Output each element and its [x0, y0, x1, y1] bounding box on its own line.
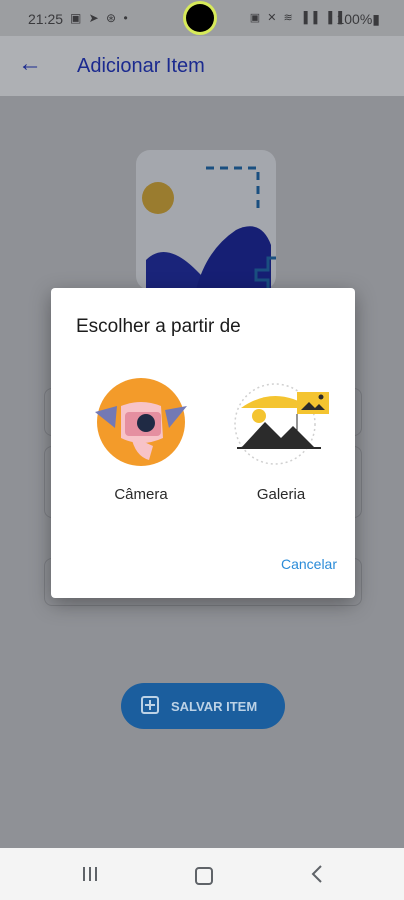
page-title: Adicionar Item — [77, 55, 205, 77]
image-placeholder-icon[interactable] — [136, 150, 276, 290]
gallery-label: Galeria — [256, 486, 306, 503]
back-icon[interactable] — [310, 864, 324, 884]
image-source-dialog: Escolher a partir de Câmera Galeria Canc… — [51, 288, 355, 598]
camera-option[interactable]: Câmera — [81, 376, 201, 506]
add-box-icon — [141, 696, 159, 714]
home-icon[interactable] — [195, 867, 213, 885]
cancel-button[interactable]: Cancelar — [281, 556, 337, 572]
save-item-label: SALVAR ITEM — [171, 699, 258, 714]
battery-indicator: 100%▮ — [336, 11, 380, 27]
save-item-button[interactable]: SALVAR ITEM — [121, 683, 285, 729]
recent-apps-icon[interactable] — [83, 867, 99, 881]
camera-label: Câmera — [114, 486, 168, 503]
back-arrow-icon[interactable]: ← — [18, 50, 44, 80]
camera-icon — [95, 378, 187, 466]
system-icons: ▣ ✕ ≋ ▐▐ ▐▐ — [249, 12, 344, 24]
gallery-option[interactable]: Galeria — [221, 376, 341, 506]
front-camera — [186, 4, 214, 32]
status-time: 21:25 — [28, 11, 64, 27]
app-bar: ← Adicionar Item — [0, 36, 404, 96]
notification-icons: ▣ ➤ ⊛ • — [70, 11, 130, 25]
system-nav-bar — [0, 848, 404, 900]
dialog-title: Escolher a partir de — [76, 316, 241, 337]
gallery-icon — [234, 383, 329, 465]
